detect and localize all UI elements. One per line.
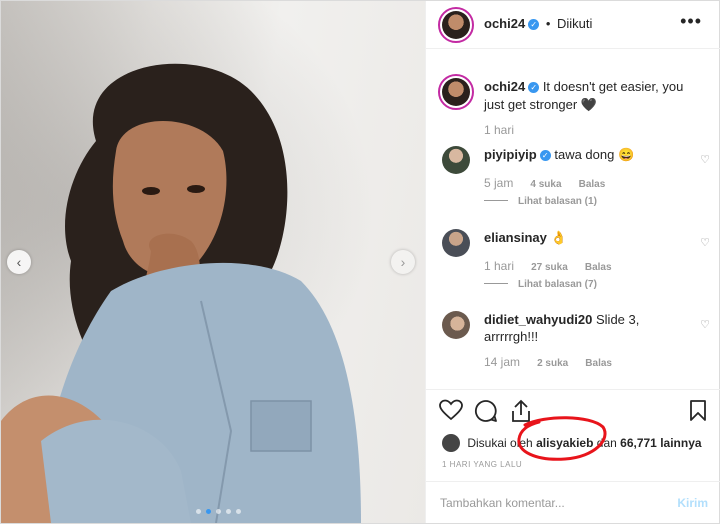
- slide-dot: [226, 509, 231, 514]
- caption-avatar[interactable]: [438, 74, 474, 110]
- comment-body: piyipiyip ✓ tawa dong 😄: [484, 146, 684, 163]
- comment-meta: 5 jam 4 suka Balas: [484, 176, 619, 190]
- verified-badge-icon: ✓: [528, 82, 540, 93]
- comment-input[interactable]: Tambahkan komentar...: [440, 496, 565, 510]
- slide-dot-active: [206, 509, 211, 514]
- slide-indicator: [196, 509, 241, 514]
- send-comment-button[interactable]: Kirim: [677, 496, 708, 510]
- header-user: ochi24 ✓ • Diikuti: [484, 16, 592, 31]
- next-slide-button[interactable]: ›: [391, 250, 415, 274]
- commenter-avatar[interactable]: [442, 229, 470, 257]
- annotation-circle: [517, 416, 607, 461]
- comment-body: didiet_wahyudi20 Slide 3, arrrrrgh!!!: [484, 311, 684, 345]
- reply-button[interactable]: Balas: [585, 358, 612, 369]
- view-replies-button[interactable]: Lihat balasan (7): [484, 279, 597, 290]
- comment-time[interactable]: 5 jam: [484, 176, 513, 190]
- comment-time[interactable]: 14 jam: [484, 355, 520, 369]
- comment-bubble-icon[interactable]: [474, 399, 498, 423]
- add-comment-bar: Tambahkan komentar... Kirim: [426, 481, 720, 523]
- commenter-username[interactable]: didiet_wahyudi20: [484, 312, 592, 327]
- chevron-right-icon: ›: [400, 254, 406, 270]
- commenter-username[interactable]: eliansinay: [484, 230, 547, 245]
- comment-text: 👌: [550, 230, 567, 245]
- comment-meta: 1 hari 27 suka Balas: [484, 259, 626, 273]
- reply-button[interactable]: Balas: [579, 179, 606, 190]
- commenter-avatar[interactable]: [442, 146, 470, 174]
- post-header: ochi24 ✓ • Diikuti •••: [426, 1, 720, 49]
- commenter-avatar[interactable]: [442, 311, 470, 339]
- reply-button[interactable]: Balas: [585, 262, 612, 273]
- photo-subject: [1, 63, 361, 523]
- liker-avatar[interactable]: [442, 434, 460, 452]
- view-replies-label: Lihat balasan (7): [518, 279, 597, 290]
- slide-dot: [236, 509, 241, 514]
- commenter-username[interactable]: piyipiyip: [484, 147, 537, 162]
- like-comment-heart-icon[interactable]: ♡: [700, 318, 710, 331]
- verified-badge-icon: ✓: [528, 19, 540, 30]
- post-photo[interactable]: ‹ ›: [1, 1, 425, 523]
- comment-text: tawa dong 😄: [554, 147, 635, 162]
- likes-count[interactable]: 66,771 lainnya: [620, 436, 701, 450]
- comment-body: eliansinay 👌: [484, 229, 684, 246]
- post-date[interactable]: 1 HARI YANG LALU: [442, 460, 522, 469]
- comment-likes[interactable]: 2 suka: [537, 358, 568, 369]
- author-avatar[interactable]: [438, 7, 474, 43]
- like-comment-heart-icon[interactable]: ♡: [700, 236, 710, 249]
- comment-time[interactable]: 1 hari: [484, 259, 514, 273]
- previous-slide-button[interactable]: ‹: [7, 250, 31, 274]
- caption-time[interactable]: 1 hari: [484, 123, 514, 137]
- slide-dot: [196, 509, 201, 514]
- caption-username[interactable]: ochi24: [484, 79, 525, 94]
- like-comment-heart-icon[interactable]: ♡: [700, 153, 710, 166]
- follow-status-button[interactable]: Diikuti: [557, 16, 592, 31]
- like-heart-icon[interactable]: [439, 399, 463, 421]
- comment-meta: 14 jam 2 suka Balas: [484, 355, 626, 369]
- chevron-left-icon: ‹: [16, 254, 22, 270]
- author-username[interactable]: ochi24: [484, 16, 525, 31]
- bookmark-icon[interactable]: [689, 399, 707, 422]
- comment-likes[interactable]: 4 suka: [530, 179, 561, 190]
- slide-dot: [216, 509, 221, 514]
- verified-badge-icon: ✓: [539, 150, 551, 161]
- comment-likes[interactable]: 27 suka: [531, 262, 568, 273]
- view-replies-label: Lihat balasan (1): [518, 196, 597, 207]
- view-replies-button[interactable]: Lihat balasan (1): [484, 196, 597, 207]
- more-options-icon[interactable]: •••: [680, 11, 702, 32]
- post-caption: ochi24 ✓ It doesn't get easier, you just …: [484, 78, 704, 114]
- separator-dot: •: [545, 16, 551, 31]
